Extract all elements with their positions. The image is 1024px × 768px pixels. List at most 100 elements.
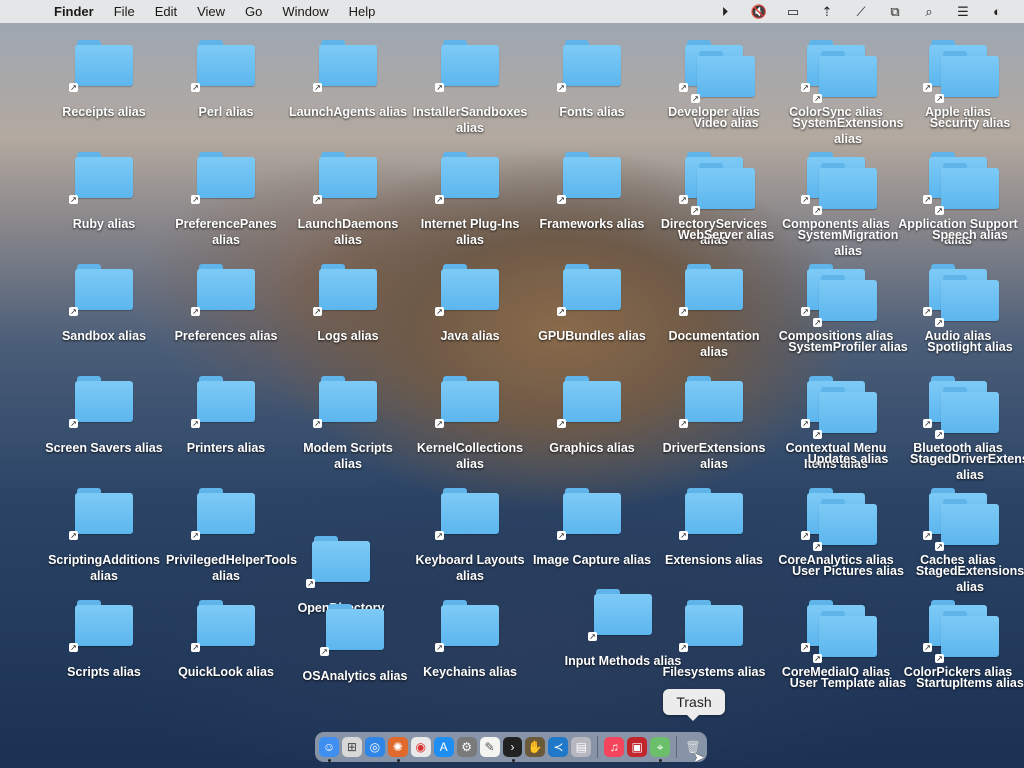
folder-icon: ↗	[557, 40, 621, 92]
mute-icon[interactable]: 🔇	[742, 4, 776, 20]
desktop-folder-alias[interactable]: ↗ Frameworks alias	[532, 152, 652, 232]
desktop-folder-alias[interactable]: ↗ LaunchAgents alias	[288, 40, 408, 120]
mirroring-icon[interactable]: ⧉	[878, 4, 912, 20]
alias-arrow-icon: ↗	[691, 206, 700, 215]
search-icon[interactable]: ⌕	[912, 4, 946, 20]
trash-tooltip: Trash	[663, 689, 725, 721]
desktop-folder-alias[interactable]: ↗ ScriptingAdditions alias	[44, 488, 164, 584]
menu-window[interactable]: Window	[272, 4, 338, 19]
desktop-folder-alias[interactable]: ↗ Java alias	[410, 264, 530, 344]
menu-go[interactable]: Go	[235, 4, 272, 19]
automator-icon[interactable]: ✋	[525, 737, 546, 757]
menu-bar: Finder File Edit View Go Window Help ⏵ 🔇…	[0, 0, 1024, 23]
chrome-icon[interactable]: ◉	[410, 737, 431, 757]
desktop-folder-alias[interactable]: ↗ StartupItems alias	[910, 611, 1024, 691]
wifi-off-icon[interactable]: ⟋	[844, 4, 878, 20]
desktop-folder-alias[interactable]: ↗ InstallerSandboxes alias	[410, 40, 530, 136]
desktop-folder-alias[interactable]: ↗ DriverExtensions alias	[654, 376, 774, 472]
folder-label: Security alias	[929, 116, 1011, 130]
desktop-folder-alias[interactable]: ↗ Preferences alias	[166, 264, 286, 344]
folder-label: Sandbox alias	[61, 329, 147, 343]
textedit-icon[interactable]: ✎	[479, 737, 500, 757]
desktop-folder-alias[interactable]: ↗ Updates alias	[788, 387, 908, 467]
menu-finder[interactable]: Finder	[44, 4, 104, 19]
desktop-folder-alias[interactable]: ↗ SystemExtensions alias	[788, 51, 908, 147]
desktop-folder-alias[interactable]: ↗ LaunchDaemons alias	[288, 152, 408, 248]
alias-arrow-icon: ↗	[69, 643, 78, 652]
folder-icon: ↗	[813, 499, 877, 551]
desktop-folder-alias[interactable]: ↗ Keyboard Layouts alias	[410, 488, 530, 584]
desktop-folder-alias[interactable]: ↗ Security alias	[910, 51, 1024, 131]
desktop-folder-alias[interactable]: ↗ Scripts alias	[44, 600, 164, 680]
desktop-folder-alias[interactable]: ↗ Keychains alias	[410, 600, 530, 680]
app-store-icon[interactable]: A	[433, 737, 454, 757]
desktop-folder-alias[interactable]: ↗ OSAnalytics alias	[295, 604, 415, 684]
finder-icon[interactable]: ☺	[319, 737, 339, 762]
desktop-folder-alias[interactable]: ↗ Graphics alias	[532, 376, 652, 456]
desktop-folder-alias[interactable]: ↗ Video alias	[666, 51, 786, 131]
desktop-folder-alias[interactable]: ↗ Perl alias	[166, 40, 286, 120]
menu-view[interactable]: View	[187, 4, 235, 19]
desktop-folder-alias[interactable]: ↗ User Pictures alias	[788, 499, 908, 579]
desktop-folder-alias[interactable]: ↗ Sandbox alias	[44, 264, 164, 344]
desktop-folder-alias[interactable]: ↗ PreferencePanes alias	[166, 152, 286, 248]
menu-edit[interactable]: Edit	[145, 4, 187, 19]
folder-label: Graphics alias	[549, 441, 635, 455]
desktop-folder-alias[interactable]: ↗ PrivilegedHelperTools alias	[166, 488, 297, 584]
launchpad-icon[interactable]: ⊞	[341, 737, 362, 757]
folder-label: StagedDriverExtensions alias	[910, 452, 1024, 482]
menu-help[interactable]: Help	[339, 4, 386, 19]
firefox-icon[interactable]: ✺	[387, 737, 408, 762]
desktop-folder-alias[interactable]: ↗ Modem Scripts alias	[288, 376, 408, 472]
desktop-folder-alias[interactable]: ↗ QuickLook alias	[166, 600, 286, 680]
folder-icon: ↗	[191, 488, 255, 540]
desktop-folder-alias[interactable]: ↗ User Template alias	[788, 611, 908, 691]
desktop-folder-alias[interactable]: ↗ SystemProfiler alias	[788, 275, 908, 355]
desktop-folder-alias[interactable]: ↗ KernelCollections alias	[410, 376, 530, 472]
desktop-folder-alias[interactable]: ↗ Ruby alias	[44, 152, 164, 232]
desktop-folder-alias[interactable]: ↗ Documentation alias	[654, 264, 774, 360]
desktop-folder-alias[interactable]: ↗ StagedExtensions alias	[910, 499, 1024, 595]
desktop-folder-alias[interactable]: ↗ StagedDriverExtensions alias	[910, 387, 1024, 483]
airdrop-icon[interactable]: ⇡	[810, 4, 844, 20]
folder-icon: ↗	[679, 600, 743, 652]
siri-icon[interactable]: ◐	[980, 4, 1014, 19]
desktop-folder-alias[interactable]: ↗ Logs alias	[288, 264, 408, 344]
desktop-folder-alias[interactable]: ↗ Screen Savers alias	[44, 376, 164, 456]
maps-icon[interactable]: ⌖	[650, 737, 671, 762]
alias-arrow-icon: ↗	[435, 307, 444, 316]
desktop-folder-alias[interactable]: ↗ Internet Plug-Ins alias	[410, 152, 530, 248]
display-icon[interactable]: ▭	[776, 4, 810, 20]
desktop-folder-alias[interactable]: ↗ Speech alias	[910, 163, 1024, 243]
folder-label: Keyboard Layouts alias	[415, 553, 525, 583]
desktop-folder-alias[interactable]: ↗ Receipts alias	[44, 40, 164, 120]
alias-arrow-icon: ↗	[435, 643, 444, 652]
desktop-folder-alias[interactable]: ↗ WebServer alias	[666, 163, 786, 243]
terminal-icon[interactable]: ›	[502, 737, 523, 762]
desktop-folder-alias[interactable]: ↗ SystemMigration alias	[788, 163, 908, 259]
desktop-folder-alias[interactable]: ↗ Image Capture alias	[532, 488, 652, 568]
system-preferences-icon[interactable]: ⚙	[456, 737, 477, 757]
folder-icon: ↗	[935, 275, 999, 327]
music-icon[interactable]: ♫	[604, 737, 625, 757]
folder-label: LaunchAgents alias	[288, 105, 408, 119]
desktop-folder-alias[interactable]: ↗ GPUBundles alias	[532, 264, 652, 344]
desktop-folder-alias[interactable]: ↗ Printers alias	[166, 376, 286, 456]
desktop-folder-alias[interactable]: ↗ Extensions alias	[654, 488, 774, 568]
desktop-folder-alias[interactable]: ↗ Filesystems alias	[654, 600, 774, 680]
desktop-folder-alias[interactable]: ↗ Spotlight alias	[910, 275, 1024, 355]
alias-arrow-icon: ↗	[313, 419, 322, 428]
desktop-folder-alias[interactable]: ↗ Fonts alias	[532, 40, 652, 120]
folder-icon: ↗	[557, 488, 621, 540]
folder-icon: ↗	[435, 600, 499, 652]
folder-label: Internet Plug-Ins alias	[420, 217, 520, 247]
play-icon[interactable]: ⏵	[708, 4, 742, 20]
folder-label: Keychains alias	[423, 665, 517, 679]
photo-booth-icon[interactable]: ▣	[627, 737, 648, 757]
vscode-icon[interactable]: ≺	[548, 737, 569, 757]
alias-arrow-icon: ↗	[69, 307, 78, 316]
preview-icon[interactable]: ▤	[571, 737, 592, 757]
control-center-icon[interactable]: ☰	[946, 4, 980, 20]
safari-icon[interactable]: ◎	[364, 737, 385, 757]
menu-file[interactable]: File	[104, 4, 145, 19]
